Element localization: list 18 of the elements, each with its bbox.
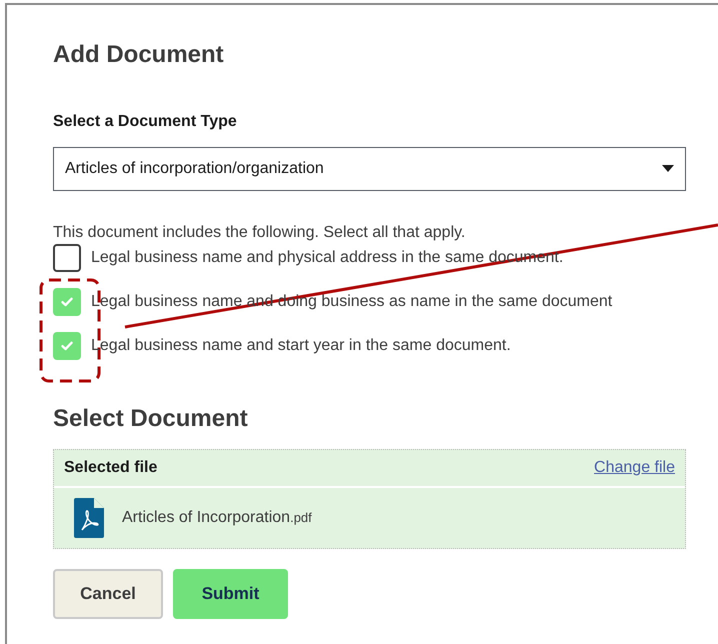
submit-button[interactable]: Submit [173, 569, 288, 619]
checkbox-label: Legal business name and start year in the same document. [91, 336, 511, 356]
document-type-select[interactable]: Articles of incorporation/organization [53, 147, 686, 191]
field-label: Select a Document Type [53, 112, 237, 132]
dropdown-caret-icon [662, 165, 674, 173]
dialog-title: Add Document [53, 40, 224, 70]
instructions-text: This document includes the following. Select all that apply. [53, 223, 466, 243]
cancel-button[interactable]: Cancel [53, 569, 163, 619]
pdf-file-icon [74, 498, 104, 538]
checkmark-icon [61, 297, 73, 307]
checkmark-icon [61, 341, 73, 351]
section-heading: Select Document [53, 404, 248, 434]
change-file-link[interactable]: Change file [594, 456, 675, 480]
checkbox[interactable] [53, 332, 81, 360]
checkbox[interactable] [53, 244, 81, 272]
file-name: Articles of Incorporation.pdf [122, 508, 312, 528]
checkbox[interactable] [53, 288, 81, 316]
panel-header: Selected file [64, 458, 158, 478]
